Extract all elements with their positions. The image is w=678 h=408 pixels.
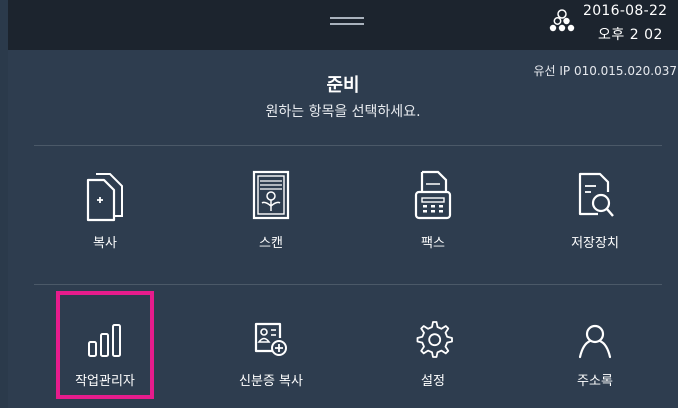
divider-middle (34, 284, 662, 285)
menu-tile-address-book[interactable]: 주소록 (545, 302, 645, 398)
menu-label-scan: 스캔 (259, 236, 283, 251)
top-status-bar: 2016-08-22 오후 2 02 (8, 0, 678, 50)
copy-icon (86, 173, 123, 222)
menu-tile-scan[interactable]: 스캔 (221, 164, 321, 260)
menu-tile-storage[interactable]: 저장장치 (545, 164, 645, 260)
menu-tile-fax[interactable]: 팩스 (383, 164, 483, 260)
divider-top (34, 145, 662, 146)
menu-label-storage: 저장장치 (571, 236, 619, 251)
page-title: 준비 (326, 75, 360, 96)
selection-highlight (56, 291, 154, 399)
status-time: 오후 2 02 (598, 27, 663, 43)
drag-handle[interactable] (330, 17, 364, 25)
menu-tile-settings[interactable]: 설정 (383, 302, 483, 398)
menu-tile-copy[interactable]: 복사 (55, 164, 155, 260)
address-book-person-icon (578, 324, 612, 359)
main-screen: 2016-08-22 오후 2 02 유선 IP 010.015.020.037… (8, 0, 678, 408)
menu-label-address-book: 주소록 (577, 374, 613, 389)
page-subtitle: 원하는 항목을 선택하세요. (265, 104, 421, 120)
id-card-copy-icon (254, 322, 287, 356)
menu-label-settings: 설정 (421, 374, 445, 389)
fax-icon (414, 170, 452, 220)
menu-label-id-card-copy: 신분증 복사 (239, 374, 303, 389)
status-date: 2016-08-22 (583, 3, 668, 19)
settings-gear-icon (416, 321, 453, 358)
menu-label-fax: 팩스 (421, 236, 445, 251)
storage-search-icon (578, 172, 614, 217)
menu-tile-id-card-copy[interactable]: 신분증 복사 (221, 302, 321, 398)
scan-icon (252, 170, 290, 220)
toner-status-icon (549, 9, 575, 32)
menu-label-copy: 복사 (93, 236, 117, 251)
